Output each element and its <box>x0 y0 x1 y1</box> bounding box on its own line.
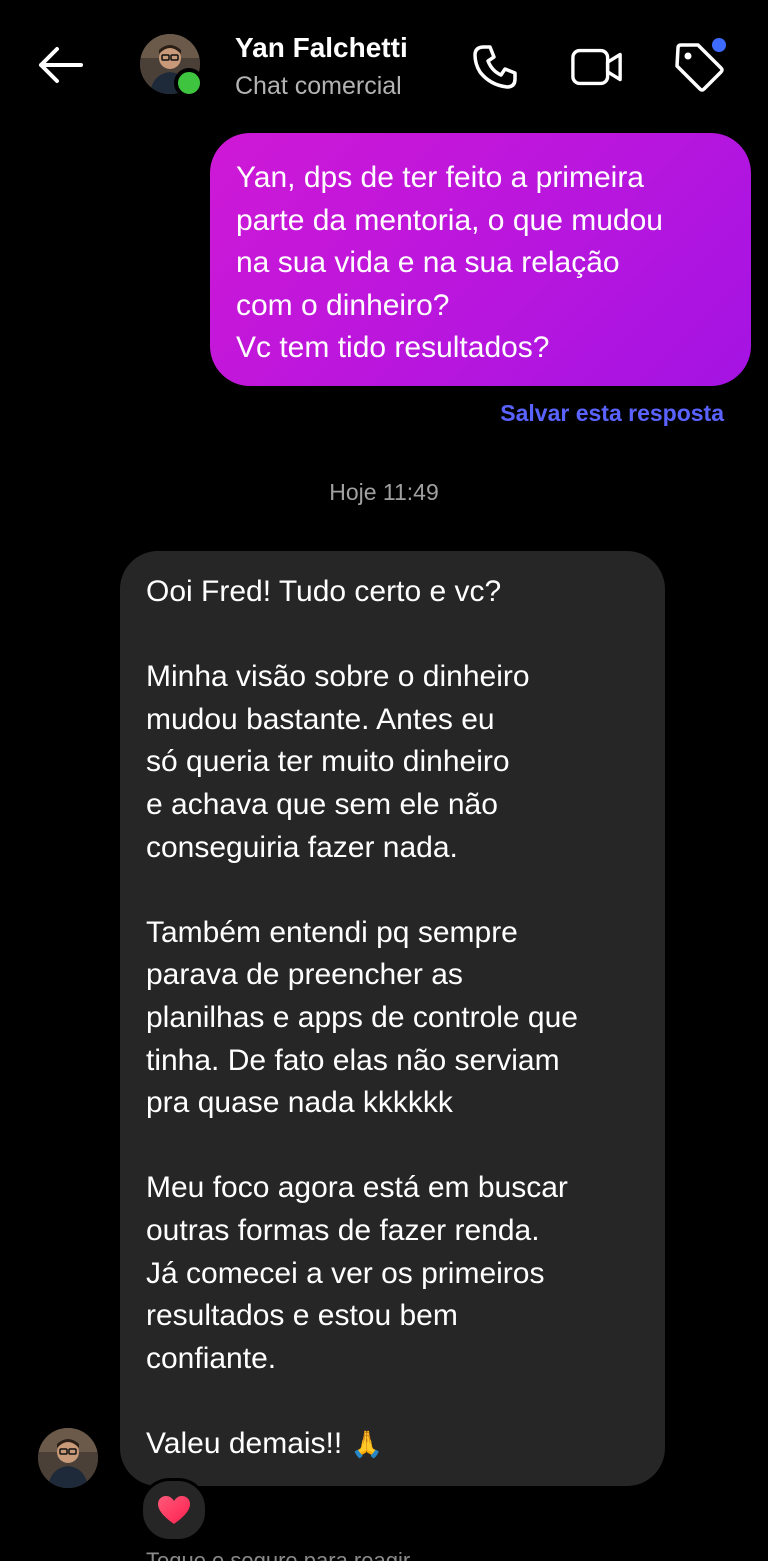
message-line: planilhas e apps de controle que <box>146 1000 578 1034</box>
message-line: outras formas de fazer renda. <box>146 1213 540 1247</box>
message-line: na sua vida e na sua relação <box>236 246 620 279</box>
back-button[interactable] <box>32 40 88 90</box>
video-camera-icon <box>571 48 622 86</box>
message-line: resultados e estou bem <box>146 1299 458 1333</box>
message-line: Minha visão sobre o dinheiro <box>146 660 530 694</box>
contact-avatar[interactable] <box>140 34 204 98</box>
online-status-dot <box>174 68 204 98</box>
message-line <box>146 614 639 657</box>
message-line: confiante. <box>146 1341 277 1375</box>
message-line: parava de preencher as <box>146 958 463 992</box>
sender-avatar[interactable] <box>38 1428 98 1488</box>
praying-hands-emoji: 🙏 <box>350 1428 383 1459</box>
message-line: Também entendi pq sempre <box>146 915 518 949</box>
contact-name[interactable]: Yan Falchetti <box>235 32 408 64</box>
message-line: pra quase nada kkkkkk <box>146 1086 453 1120</box>
back-arrow-icon <box>39 47 83 83</box>
voice-call-button[interactable] <box>468 40 522 94</box>
message-line: mudou bastante. Antes eu <box>146 702 495 736</box>
message-line: só queria ter muito dinheiro <box>146 745 510 779</box>
message-line: conseguiria fazer nada. <box>146 830 458 864</box>
message-line: tinha. De fato elas não serviam <box>146 1043 560 1077</box>
message-line: com o dinheiro? <box>236 288 450 322</box>
received-message-bubble[interactable]: Ooi Fred! Tudo certo e vc? Minha visão s… <box>120 551 665 1486</box>
message-line: Já comecei a ver os primeiros <box>146 1256 545 1290</box>
message-text: Valeu demais!! <box>146 1426 343 1460</box>
message-line: Meu foco agora está em buscar <box>146 1171 568 1205</box>
video-call-button[interactable] <box>570 40 624 94</box>
message-line <box>146 1125 639 1168</box>
sent-message-bubble[interactable]: Yan, dps de ter feito a primeira parte d… <box>210 133 751 386</box>
message-line <box>146 869 639 912</box>
message-line: parte da mentoria, o que mudou <box>236 203 663 237</box>
message-line-last: Valeu demais!! 🙏 <box>146 1423 639 1466</box>
message-line: Ooi Fred! Tudo certo e vc? <box>146 575 502 608</box>
phone-icon <box>473 45 517 89</box>
message-line: e achava que sem ele não <box>146 787 498 821</box>
save-reply-link[interactable]: Salvar esta resposta <box>500 400 724 427</box>
message-line <box>146 1380 639 1423</box>
message-line: Vc tem tido resultados? <box>236 331 550 364</box>
heart-reaction[interactable] <box>140 1478 208 1542</box>
notification-badge <box>712 38 726 52</box>
contact-subtitle: Chat comercial <box>235 72 402 100</box>
partial-hint-text: Toque e segure para reagir <box>146 1548 411 1561</box>
chat-header: Yan Falchetti Chat comercial <box>0 0 768 130</box>
heart-icon <box>158 1496 190 1524</box>
message-timestamp: Hoje 11:49 <box>329 479 439 505</box>
message-line: Yan, dps de ter feito a primeira <box>236 161 644 194</box>
tag-button[interactable] <box>672 38 726 94</box>
